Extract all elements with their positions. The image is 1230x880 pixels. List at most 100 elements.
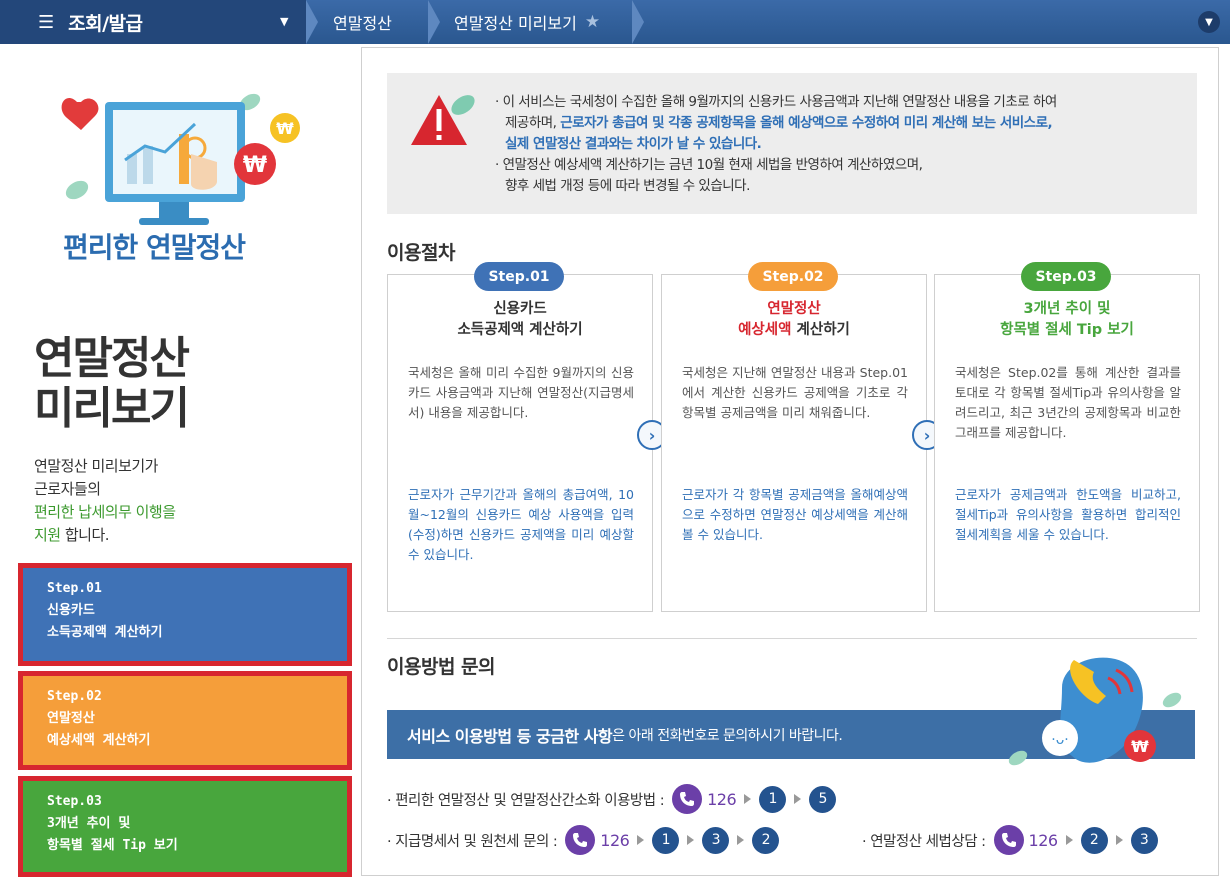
svg-text:·ᴗ·: ·ᴗ· [1051, 732, 1068, 748]
page-title-line1: 연말정산 [34, 333, 190, 384]
step-label: 신용카드 [47, 603, 95, 618]
sidebar-description: 연말정산 미리보기가 근로자들의 편리한 납세의무 이행을 지원 합니다. [34, 455, 176, 547]
step1-card: Step.01 신용카드 소득공제액 계산하기 국세청은 올해 미리 수집한 9… [387, 262, 653, 612]
top-navigation-bar: ☰ 조회/발급 ▼ 연말정산 연말정산 미리보기 ★ ▼ [0, 0, 1230, 44]
breadcrumb-separator [632, 0, 644, 44]
step3-card: Step.03 3개년 추이 및 항목별 절세 Tip 보기 국세청은 Step… [934, 262, 1200, 612]
card-title-line: 연말정산 [767, 301, 821, 317]
card-title: 신용카드 소득공제액 계산하기 [388, 299, 652, 341]
caret-down-icon: ▼ [280, 15, 289, 28]
step-label: Step.02 [47, 689, 102, 704]
menu-number: 1 [652, 826, 680, 854]
desc-line: 연말정산 미리보기가 [34, 457, 158, 475]
inquiry-title: 이용방법 문의 [387, 656, 496, 678]
menu-number: 3 [702, 826, 730, 854]
step-label: 항목별 절세 Tip 보기 [47, 838, 178, 853]
card-title: 3개년 추이 및 항목별 절세 Tip 보기 [935, 299, 1199, 341]
card-title-line: 3개년 추이 및 [1023, 301, 1111, 317]
notice-line: 향후 세법 개정 등에 따라 변경될 수 있습니다. [505, 178, 750, 194]
arrow-right-icon [737, 835, 745, 845]
menu-number: 2 [752, 826, 780, 854]
chevron-down-icon[interactable]: ▼ [1198, 11, 1220, 33]
contact-label: · 연말정산 세법상담 : [862, 833, 986, 850]
contact-label: · 지급명세서 및 원천세 문의 : [387, 833, 558, 850]
desc-highlight: 편리한 납세의무 이행을 [34, 503, 176, 521]
contact-line-3: · 연말정산 세법상담 : 126 2 3 [862, 825, 1158, 855]
banner-highlight: 서비스 이용방법 등 궁금한 사항 [407, 726, 613, 746]
notice-line: · 연말정산 예상세액 계산하기는 금년 10월 현재 세법을 반영하여 계산하… [495, 157, 923, 173]
menu-title: 조회/발급 [68, 12, 143, 35]
svg-text:₩: ₩ [1131, 737, 1149, 756]
banner-text: 은 아래 전화번호로 문의하시기 바랍니다. [612, 727, 843, 744]
breadcrumb-separator [306, 0, 318, 44]
arrow-right-icon [637, 835, 645, 845]
notice-text: · 이 서비스는 국세청이 수집한 올해 9월까지의 신용카드 사용금액과 지난… [495, 92, 1185, 197]
svg-text:₩: ₩ [276, 119, 294, 138]
menu-number: 5 [809, 785, 837, 813]
phone-number: 126 [600, 830, 630, 850]
contact-line-1: · 편리한 연말정산 및 연말정산간소화 이용방법 : 126 1 5 [387, 784, 837, 814]
arrow-right-icon [1115, 835, 1123, 845]
step2-button[interactable]: Step.02 연말정산 예상세액 계산하기 [18, 671, 352, 770]
menu-number: 3 [1130, 826, 1158, 854]
brand-title: 편리한 연말정산 [63, 231, 246, 264]
arrow-right-icon [794, 794, 802, 804]
notice-line: · 이 서비스는 국세청이 수집한 올해 9월까지의 신용카드 사용금액과 지난… [495, 94, 1057, 110]
step-badge: Step.01 [474, 262, 564, 291]
card-title: 연말정산 예상세액 계산하기 [662, 299, 926, 341]
phone-icon [672, 784, 703, 814]
step-label: Step.01 [47, 581, 102, 596]
card-note: 근로자가 각 항목별 공제금액을 올해예상액으로 수정하면 연말정산 예상세액을… [682, 487, 908, 542]
notice-highlight: 실제 연말정산 결과와는 차이가 날 수 있습니다. [505, 136, 762, 152]
menu-number: 2 [1080, 826, 1108, 854]
phone-number: 126 [707, 789, 737, 809]
notice-line: 제공하며, [505, 115, 561, 131]
step2-card: Step.02 연말정산 예상세액 계산하기 국세청은 지난해 연말정산 내용과… [661, 262, 927, 612]
card-note: 근로자가 공제금액과 한도액을 비교하고, 절세Tip과 유의사항을 활용하면 … [955, 487, 1181, 542]
step3-button[interactable]: Step.03 3개년 추이 및 항목별 절세 Tip 보기 [18, 776, 352, 877]
step-label: Step.03 [47, 794, 102, 809]
breadcrumb-current-label: 연말정산 미리보기 [454, 14, 577, 33]
card-title-line: 항목별 절세 Tip 보기 [1000, 322, 1134, 338]
procedure-title: 이용절차 [387, 242, 455, 264]
card-note: 근로자가 근무기간과 올해의 총급여액, 10월~12월의 신용카드 예상 사용… [408, 487, 634, 562]
phone-icon [993, 825, 1024, 855]
phone-number: 126 [1028, 830, 1059, 850]
step-badge: Step.02 [748, 262, 838, 291]
notice-highlight: 근로자가 총급여 및 각종 공제항목을 올해 예상액으로 수정하여 미리 계산해… [560, 115, 1053, 131]
card-body: 국세청은 지난해 연말정산 내용과 Step.01에서 계산한 신용카드 공제액… [682, 365, 908, 420]
contact-label: · 편리한 연말정산 및 연말정산간소화 이용방법 : [387, 792, 665, 809]
main-panel: · 이 서비스는 국세청이 수집한 올해 9월까지의 신용카드 사용금액과 지난… [361, 47, 1219, 876]
phone-illustration: ·ᴗ· ₩ [1008, 657, 1182, 766]
card-body: 국세청은 Step.02를 통해 계산한 결과를 토대로 각 항목별 절세Tip… [955, 365, 1181, 440]
card-title-line: 계산하기 [791, 322, 850, 338]
card-title-line: 소득공제액 계산하기 [457, 322, 583, 338]
star-icon[interactable]: ★ [585, 12, 600, 32]
arrow-right-icon [1065, 835, 1073, 845]
notice-box: · 이 서비스는 국세청이 수집한 올해 9월까지의 신용카드 사용금액과 지난… [387, 73, 1197, 214]
step-label: 예상세액 계산하기 [47, 733, 151, 748]
desc-highlight: 지원 [34, 526, 61, 544]
step-label: 소득공제액 계산하기 [47, 625, 163, 640]
menu-selector[interactable]: ☰ 조회/발급 ▼ [0, 0, 306, 44]
card-title-line: 신용카드 [493, 301, 547, 317]
step1-button[interactable]: Step.01 신용카드 소득공제액 계산하기 [18, 563, 352, 666]
section-divider [387, 638, 1197, 639]
arrow-right-icon [744, 794, 752, 804]
card-title-highlight: 예상세액 [738, 322, 792, 338]
hamburger-icon: ☰ [38, 11, 55, 33]
svg-text:₩: ₩ [243, 153, 267, 178]
card-body: 국세청은 올해 미리 수집한 9월까지의 신용카드 사용금액과 지난해 연말정산… [408, 365, 634, 420]
step-label: 3개년 추이 및 [47, 816, 131, 831]
menu-number: 1 [759, 785, 787, 813]
step-badge: Step.03 [1021, 262, 1111, 291]
phone-icon [565, 825, 596, 855]
page-title: 연말정산 미리보기 [34, 333, 190, 434]
warning-icon [411, 95, 475, 145]
breadcrumb-current[interactable]: 연말정산 미리보기 ★ [454, 0, 600, 44]
step-label: 연말정산 [47, 711, 95, 726]
page-title-line2: 미리보기 [34, 383, 190, 434]
breadcrumb-item[interactable]: 연말정산 [333, 0, 392, 44]
desc-tail: 합니다. [60, 526, 110, 544]
arrow-right-icon [687, 835, 695, 845]
